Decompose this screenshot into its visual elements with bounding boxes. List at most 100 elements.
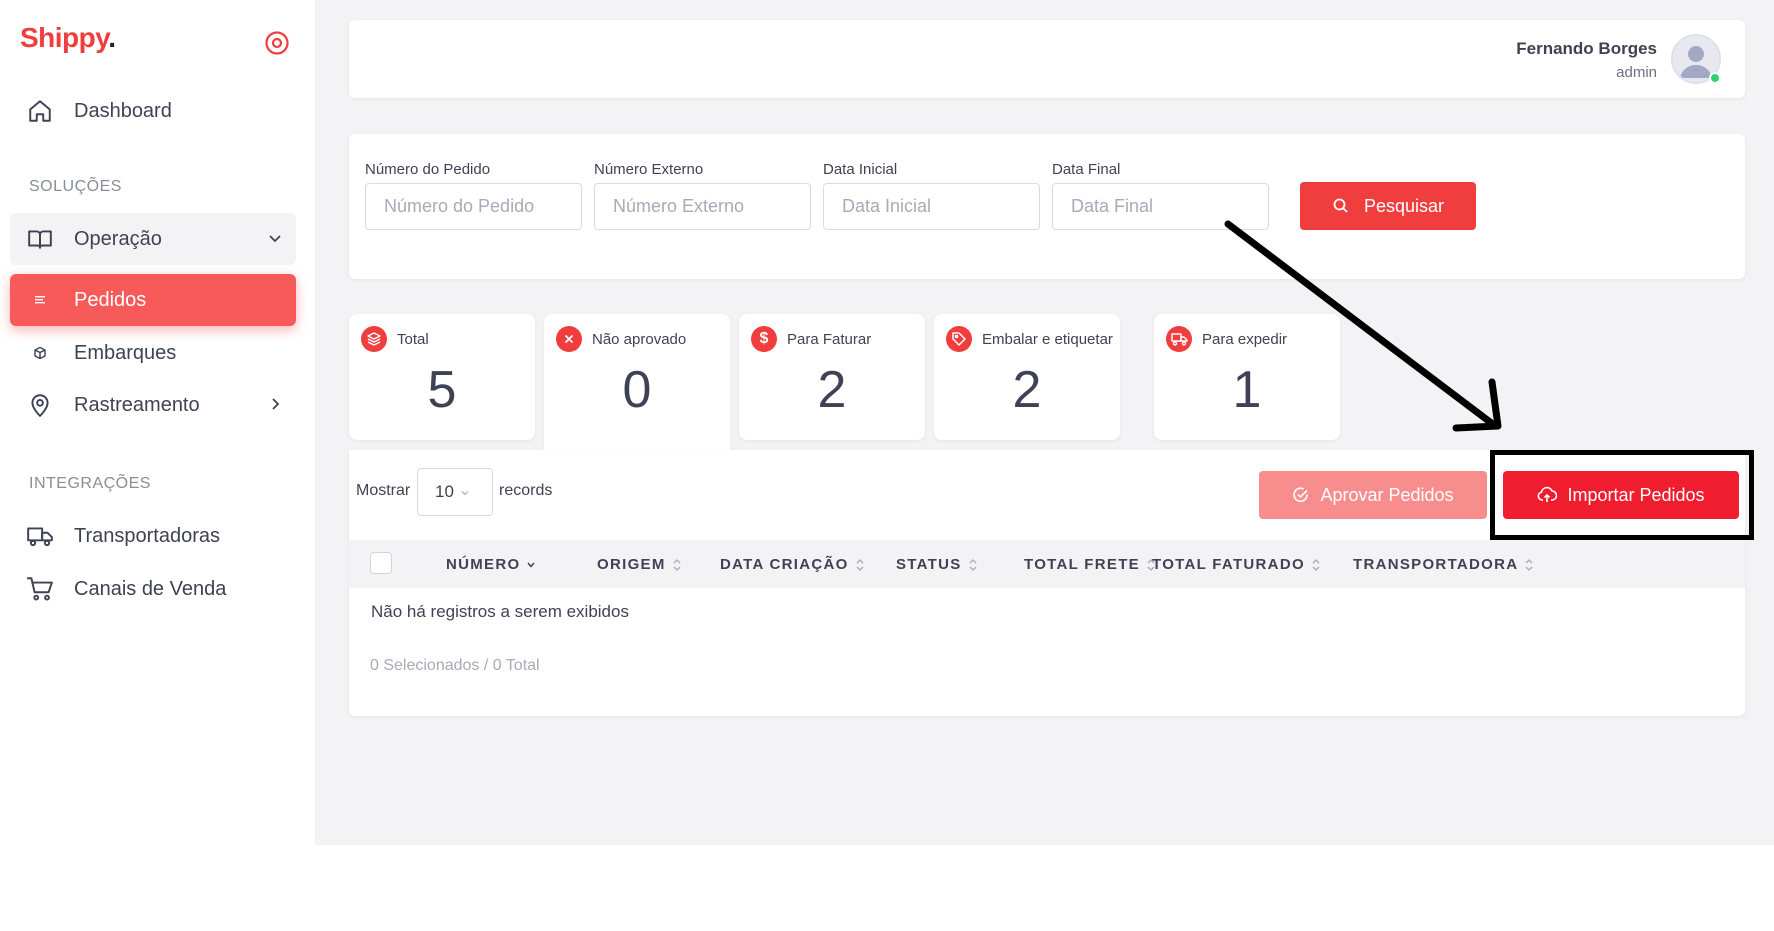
- main-content: Fernando Borges admin Número do Pedido N…: [315, 0, 1774, 845]
- list-icon: [26, 286, 54, 314]
- approve-orders-button[interactable]: Aprovar Pedidos: [1259, 471, 1487, 519]
- truck-icon: [26, 522, 54, 550]
- data-inicial-label: Data Inicial: [823, 161, 898, 178]
- column-header-transportadora[interactable]: TRANSPORTADORA: [1353, 556, 1534, 573]
- sidebar-item-embarques[interactable]: Embarques: [10, 327, 296, 379]
- stat-label: Total: [397, 331, 429, 348]
- stat-value: 1: [1232, 361, 1262, 419]
- column-label: STATUS: [896, 556, 962, 573]
- column-header-total-frete[interactable]: TOTAL FRETE: [1024, 556, 1156, 573]
- numero-externo-input[interactable]: [594, 183, 811, 230]
- dollar-icon: $: [751, 326, 777, 352]
- map-pin-icon: [26, 391, 54, 419]
- search-button-label: Pesquisar: [1363, 195, 1445, 216]
- data-inicial-input[interactable]: [823, 183, 1040, 230]
- user-role: admin: [1616, 64, 1657, 81]
- cart-icon: [26, 575, 54, 603]
- search-button[interactable]: Pesquisar: [1300, 182, 1476, 230]
- cloud-upload-icon: [1538, 486, 1558, 502]
- sidebar-item-label: Embarques: [74, 341, 177, 364]
- sort-icon: [969, 558, 977, 571]
- brand-name: Shippy: [20, 22, 109, 53]
- column-header-total-faturado[interactable]: TOTAL FATURADO: [1152, 556, 1321, 573]
- column-label: NÚMERO: [446, 556, 521, 573]
- sort-icon: [1525, 558, 1533, 571]
- records-label: records: [499, 482, 553, 499]
- column-label: TOTAL FATURADO: [1152, 556, 1305, 573]
- sort-desc-icon: [527, 562, 536, 568]
- sidebar-item-dashboard[interactable]: Dashboard: [10, 85, 296, 137]
- top-header: Fernando Borges admin: [349, 20, 1745, 98]
- selection-count: 0 Selecionados / 0 Total: [370, 657, 540, 674]
- chevron-down-icon: [461, 491, 469, 496]
- column-header-data-criacao[interactable]: DATA CRIAÇÃO: [720, 556, 865, 573]
- column-label: ORIGEM: [597, 556, 666, 573]
- sidebar-item-canais-venda[interactable]: Canais de Venda: [10, 563, 296, 615]
- column-label: DATA CRIAÇÃO: [720, 556, 849, 573]
- orders-table-panel: Mostrar 10 records Aprovar Pedidos Impor…: [349, 450, 1754, 716]
- sidebar-item-transportadoras[interactable]: Transportadoras: [10, 510, 296, 562]
- sort-icon: [856, 558, 864, 571]
- select-all-checkbox[interactable]: [370, 552, 392, 574]
- column-label: TOTAL FRETE: [1024, 556, 1140, 573]
- sidebar-item-pedidos[interactable]: Pedidos: [10, 274, 296, 326]
- stat-label: Para expedir: [1202, 331, 1288, 348]
- sidebar-item-label: Operação: [74, 227, 162, 250]
- import-orders-label: Importar Pedidos: [1567, 484, 1705, 505]
- sort-icon: [673, 558, 681, 571]
- page-size-select[interactable]: 10: [417, 468, 493, 516]
- numero-externo-label: Número Externo: [594, 161, 704, 178]
- approve-orders-label: Aprovar Pedidos: [1320, 484, 1454, 505]
- target-icon[interactable]: [264, 30, 290, 56]
- stat-card-para-faturar[interactable]: $ Para Faturar 2: [739, 314, 925, 440]
- filter-panel: Número do Pedido Número Externo Data Ini…: [349, 134, 1745, 279]
- tag-icon: [946, 326, 972, 352]
- show-label: Mostrar: [356, 482, 411, 499]
- stat-card-para-expedir[interactable]: Para expedir 1: [1154, 314, 1340, 440]
- truck-icon: [1166, 326, 1192, 352]
- column-header-origem[interactable]: ORIGEM: [597, 556, 682, 573]
- sidebar-item-label: Canais de Venda: [74, 577, 227, 600]
- sidebar-item-label: Dashboard: [74, 99, 172, 122]
- check-circle-icon: [1293, 487, 1309, 503]
- brand-logo[interactable]: Shippy.: [20, 22, 116, 54]
- sidebar-item-rastreamento[interactable]: Rastreamento: [10, 379, 296, 431]
- book-icon: [26, 225, 54, 253]
- sidebar-item-label: Rastreamento: [74, 393, 200, 416]
- table-header: NÚMERO ORIGEM DATA CRIAÇÃO STATUS TOTAL …: [349, 540, 1745, 588]
- search-icon: [1333, 198, 1348, 213]
- online-status-dot: [1709, 72, 1721, 84]
- stat-card-embalar-etiquetar[interactable]: Embalar e etiquetar 2: [934, 314, 1120, 440]
- user-name[interactable]: Fernando Borges: [1516, 39, 1657, 59]
- sidebar-item-operacao[interactable]: Operação: [10, 213, 296, 265]
- column-label: TRANSPORTADORA: [1353, 556, 1519, 573]
- chevron-down-icon: [269, 235, 281, 243]
- sidebar: Shippy. Dashboard SOLUÇÕES Operação Pedi…: [0, 0, 315, 845]
- stat-value: 2: [817, 361, 847, 419]
- box-icon: [26, 339, 54, 367]
- column-header-numero[interactable]: NÚMERO: [446, 556, 536, 573]
- brand-dot: .: [108, 22, 116, 53]
- stat-value: 0: [622, 361, 652, 419]
- numero-pedido-label: Número do Pedido: [365, 161, 491, 178]
- empty-table-message: Não há registros a serem exibidos: [371, 602, 629, 621]
- x-circle-icon: [556, 326, 582, 352]
- page-size-value: 10: [435, 482, 454, 501]
- sort-icon: [1312, 558, 1320, 571]
- stat-card-nao-aprovado[interactable]: Não aprovado 0: [544, 314, 730, 450]
- import-orders-button[interactable]: Importar Pedidos: [1503, 471, 1739, 519]
- sidebar-item-label: Pedidos: [74, 288, 147, 311]
- chevron-right-icon: [272, 398, 280, 410]
- section-label-integrations: INTEGRAÇÕES: [29, 475, 151, 492]
- stat-label: Para Faturar: [787, 331, 872, 348]
- stat-value: 5: [427, 361, 457, 419]
- sidebar-item-label: Transportadoras: [74, 524, 220, 547]
- data-final-input[interactable]: [1052, 183, 1269, 230]
- stat-card-total[interactable]: Total 5: [349, 314, 535, 440]
- home-icon: [26, 97, 54, 125]
- numero-pedido-input[interactable]: [365, 183, 582, 230]
- column-header-status[interactable]: STATUS: [896, 556, 978, 573]
- stat-label: Embalar e etiquetar: [982, 331, 1113, 348]
- stat-label: Não aprovado: [592, 331, 687, 348]
- section-label-solutions: SOLUÇÕES: [29, 178, 122, 195]
